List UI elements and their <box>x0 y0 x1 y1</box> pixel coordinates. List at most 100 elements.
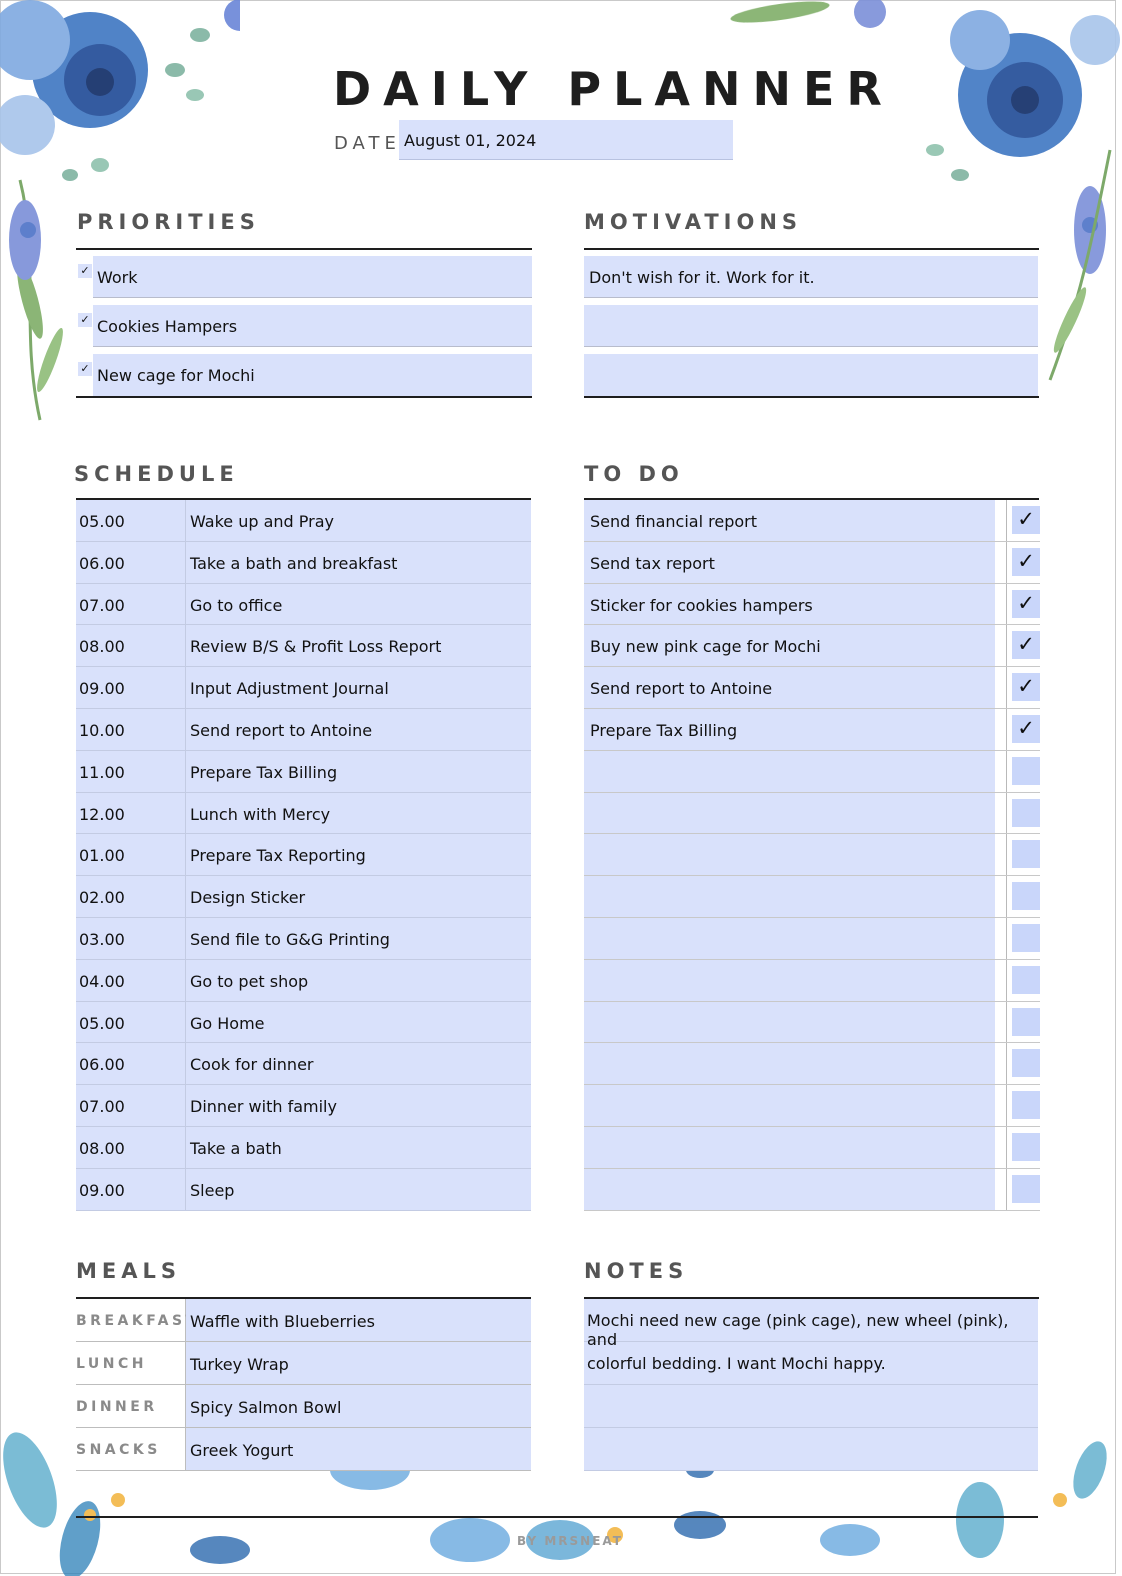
todo-checkbox[interactable] <box>1012 1174 1040 1203</box>
todo-text-field[interactable]: Send report to Antoine <box>584 667 996 708</box>
priority-checkbox[interactable]: ✓ <box>78 313 92 327</box>
todo-checkbox[interactable] <box>1012 840 1040 869</box>
meal-row-snacks: SNACKS Greek Yogurt <box>76 1428 531 1471</box>
schedule-task-field[interactable]: Go to pet shop <box>186 959 531 1001</box>
todo-text-field[interactable]: Prepare Tax Billing <box>584 708 996 750</box>
todo-text-field[interactable] <box>584 1126 996 1168</box>
schedule-task-field[interactable]: Take a bath and breakfast <box>186 541 531 583</box>
schedule-task-field[interactable]: Input Adjustment Journal <box>186 667 531 708</box>
schedule-task-field[interactable]: Send file to G&G Printing <box>186 917 531 959</box>
todo-row: Send tax report ✓ <box>584 541 1040 584</box>
schedule-time[interactable]: 07.00 <box>76 583 186 625</box>
motivation-field[interactable] <box>584 305 1038 347</box>
schedule-time[interactable]: 09.00 <box>76 667 186 708</box>
schedule-time[interactable]: 12.00 <box>76 792 186 834</box>
todo-checkbox-checked[interactable]: ✓ <box>1012 589 1040 618</box>
motivations-list: Don't wish for it. Work for it. <box>584 256 1038 403</box>
priority-text-field[interactable]: Work <box>93 256 532 298</box>
schedule-row: 09.00 Sleep <box>76 1168 531 1211</box>
todo-text-field[interactable]: Send financial report <box>584 500 996 541</box>
schedule-time[interactable]: 10.00 <box>76 708 186 750</box>
todo-checkbox[interactable] <box>1012 798 1040 827</box>
todo-text-field[interactable] <box>584 917 996 959</box>
motivation-field[interactable] <box>584 354 1038 396</box>
meal-value-field[interactable]: Greek Yogurt <box>186 1428 531 1470</box>
schedule-task-field[interactable]: Prepare Tax Reporting <box>186 834 531 876</box>
schedule-task-field[interactable]: Send report to Antoine <box>186 708 531 750</box>
meal-value-field[interactable]: Spicy Salmon Bowl <box>186 1385 531 1427</box>
note-line[interactable] <box>584 1385 1038 1428</box>
todo-text-field[interactable]: Buy new pink cage for Mochi <box>584 625 996 667</box>
schedule-time[interactable]: 08.00 <box>76 1126 186 1168</box>
priority-checkbox[interactable]: ✓ <box>78 264 92 278</box>
todo-checkbox-checked[interactable]: ✓ <box>1012 673 1040 702</box>
schedule-time[interactable]: 03.00 <box>76 917 186 959</box>
meals-table: BREAKFAST Waffle with Blueberries LUNCH … <box>76 1299 531 1471</box>
priority-text-field[interactable]: New cage for Mochi <box>93 354 532 396</box>
note-line[interactable]: Mochi need new cage (pink cage), new whe… <box>584 1299 1038 1349</box>
note-line[interactable]: colorful bedding. I want Mochi happy. <box>584 1342 1038 1385</box>
todo-checkbox-checked[interactable]: ✓ <box>1012 631 1040 660</box>
meal-value-field[interactable]: Turkey Wrap <box>186 1342 531 1384</box>
todo-row <box>584 792 1040 835</box>
todo-text-field[interactable] <box>584 750 996 792</box>
schedule-row: 01.00 Prepare Tax Reporting <box>76 834 531 877</box>
schedule-task-field[interactable]: Wake up and Pray <box>186 500 531 541</box>
todo-divider <box>995 500 1008 541</box>
priorities-heading: PRIORITIES <box>77 210 260 234</box>
schedule-time[interactable]: 06.00 <box>76 541 186 583</box>
todo-text-field[interactable] <box>584 1043 996 1085</box>
schedule-time[interactable]: 09.00 <box>76 1168 186 1210</box>
todo-checkbox[interactable] <box>1012 1132 1040 1161</box>
schedule-task-field[interactable]: Cook for dinner <box>186 1043 531 1085</box>
schedule-task-field[interactable]: Sleep <box>186 1168 531 1210</box>
todo-text-field[interactable] <box>584 876 996 917</box>
schedule-row: 11.00 Prepare Tax Billing <box>76 750 531 793</box>
meal-value-field[interactable]: Waffle with Blueberries <box>186 1299 531 1341</box>
schedule-time[interactable]: 01.00 <box>76 834 186 876</box>
todo-checkbox[interactable] <box>1012 965 1040 994</box>
todo-text-field[interactable]: Send tax report <box>584 541 996 583</box>
priority-checkbox[interactable]: ✓ <box>78 362 92 376</box>
todo-text-field[interactable] <box>584 792 996 834</box>
schedule-task-field[interactable]: Go Home <box>186 1001 531 1043</box>
priority-text-field[interactable]: Cookies Hampers <box>93 305 532 347</box>
notes-area[interactable]: Mochi need new cage (pink cage), new whe… <box>584 1299 1038 1471</box>
todo-checkbox-checked[interactable]: ✓ <box>1012 714 1040 743</box>
date-field[interactable]: August 01, 2024 <box>399 120 733 160</box>
schedule-time[interactable]: 02.00 <box>76 876 186 917</box>
schedule-time[interactable]: 07.00 <box>76 1085 186 1126</box>
schedule-task-field[interactable]: Review B/S & Profit Loss Report <box>186 625 531 667</box>
todo-checkbox[interactable] <box>1012 1049 1040 1078</box>
todo-checkbox-checked[interactable]: ✓ <box>1012 547 1040 576</box>
motivation-field[interactable]: Don't wish for it. Work for it. <box>584 256 1038 298</box>
schedule-task-field[interactable]: Lunch with Mercy <box>186 792 531 834</box>
todo-text-field[interactable]: Sticker for cookies hampers <box>584 583 996 625</box>
schedule-time[interactable]: 05.00 <box>76 500 186 541</box>
todo-text-field[interactable] <box>584 1085 996 1126</box>
schedule-time[interactable]: 08.00 <box>76 625 186 667</box>
todo-checkbox[interactable] <box>1012 1007 1040 1036</box>
todo-checkbox[interactable] <box>1012 756 1040 785</box>
todo-divider <box>995 625 1008 667</box>
schedule-time[interactable]: 11.00 <box>76 750 186 792</box>
todo-checkbox[interactable] <box>1012 923 1040 952</box>
schedule-task-field[interactable]: Take a bath <box>186 1126 531 1168</box>
schedule-time[interactable]: 04.00 <box>76 959 186 1001</box>
note-line[interactable] <box>584 1428 1038 1471</box>
schedule-time[interactable]: 05.00 <box>76 1001 186 1043</box>
todo-row: Prepare Tax Billing ✓ <box>584 708 1040 751</box>
todo-checkbox[interactable] <box>1012 1091 1040 1120</box>
schedule-task-field[interactable]: Dinner with family <box>186 1085 531 1126</box>
schedule-task-field[interactable]: Go to office <box>186 583 531 625</box>
schedule-task-field[interactable]: Prepare Tax Billing <box>186 750 531 792</box>
todo-text-field[interactable] <box>584 834 996 876</box>
todo-text-field[interactable] <box>584 1168 996 1210</box>
todo-text-field[interactable] <box>584 1001 996 1043</box>
schedule-time[interactable]: 06.00 <box>76 1043 186 1085</box>
schedule-task-field[interactable]: Design Sticker <box>186 876 531 917</box>
todo-text-field[interactable] <box>584 959 996 1001</box>
todo-checkbox-checked[interactable]: ✓ <box>1012 506 1040 534</box>
todo-row: Sticker for cookies hampers ✓ <box>584 583 1040 626</box>
todo-checkbox[interactable] <box>1012 882 1040 911</box>
